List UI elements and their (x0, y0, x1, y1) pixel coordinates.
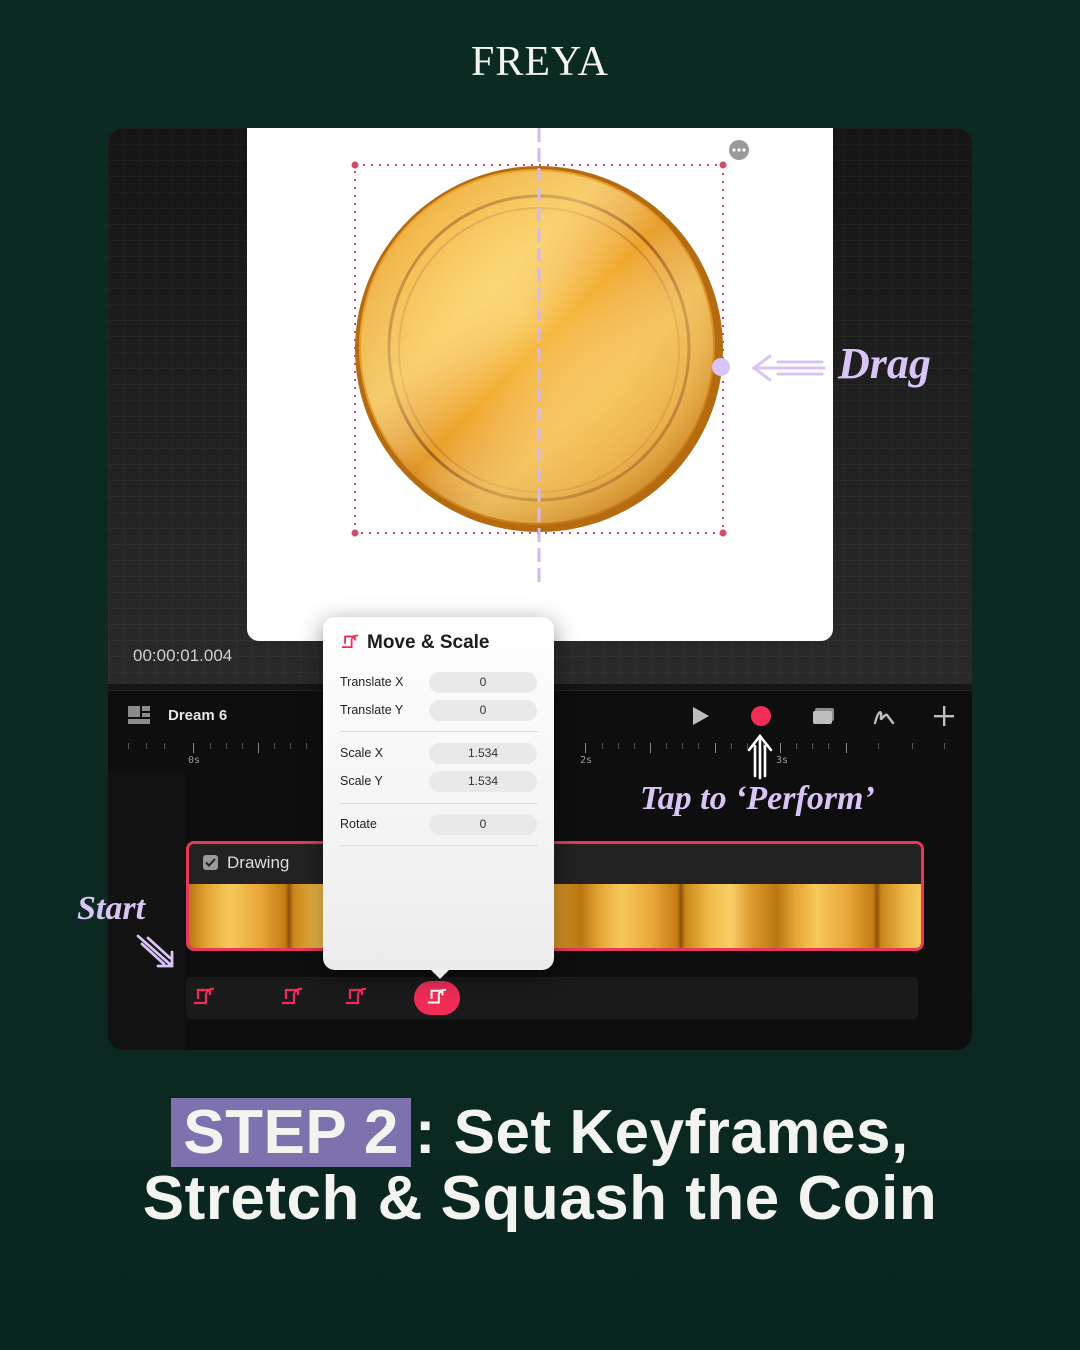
play-button[interactable] (687, 703, 713, 729)
rotate-row: Rotate 0 (340, 814, 538, 836)
track-header: Drawing (189, 844, 921, 884)
ruler-label-3: 3s (776, 755, 789, 766)
project-name[interactable]: Dream 6 (168, 707, 227, 724)
selection-handle[interactable] (719, 161, 727, 169)
keyframe-icon (427, 988, 447, 1004)
drawing-canvas[interactable] (247, 128, 833, 641)
perform-annotation: Tap to ‘Perform’ (640, 780, 875, 817)
caption-line-1: STEP 2: Set Keyframes, (0, 1098, 1080, 1167)
translate-y-field[interactable]: 0 (429, 700, 537, 721)
scale-x-field[interactable]: 1.534 (429, 743, 537, 764)
start-annotation: Start (77, 890, 146, 927)
rotate-label: Rotate (340, 817, 377, 831)
translate-x-label: Translate X (340, 675, 404, 689)
scale-x-label: Scale X (340, 746, 384, 760)
draw-icon (873, 711, 895, 725)
move-scale-popup: Move & Scale Translate X 0 Translate Y 0… (323, 617, 554, 979)
record-button[interactable] (748, 703, 774, 729)
divider (340, 731, 538, 732)
brand-logo: FREYA (470, 39, 610, 85)
start-arrow (136, 934, 174, 968)
draw-button[interactable] (871, 703, 897, 729)
record-icon (751, 706, 771, 726)
drag-arrow (751, 354, 826, 382)
keyframe-icon[interactable] (280, 987, 304, 1009)
timecode: 00:00:01.004 (133, 646, 233, 665)
divider (340, 803, 538, 804)
keyframe-icon[interactable] (344, 987, 368, 1009)
layers-icon (813, 708, 834, 724)
popup-title: Move & Scale (367, 632, 490, 653)
layers-button[interactable] (811, 703, 837, 729)
move-scale-icon (341, 634, 359, 648)
keyframe-active[interactable] (414, 981, 460, 1015)
scale-x-row: Scale X 1.534 (340, 743, 538, 765)
step-badge: STEP 2 (171, 1098, 411, 1167)
add-icon (934, 706, 954, 726)
coin-shine (361, 171, 713, 523)
project-icon[interactable] (128, 706, 150, 724)
perform-arrow (747, 733, 773, 780)
preview-area: 00:00:01.004 (108, 128, 972, 684)
step-caption: STEP 2: Set Keyframes, Stretch & Squash … (0, 1098, 1080, 1233)
drawing-track[interactable]: Drawing (186, 841, 924, 951)
scale-y-label: Scale Y (340, 774, 383, 788)
play-icon (693, 707, 709, 725)
translate-x-field[interactable]: 0 (429, 672, 537, 693)
ruler-label-2: 2s (580, 755, 593, 766)
coin-artwork[interactable] (247, 128, 833, 641)
more-icon[interactable] (729, 140, 749, 160)
add-button[interactable] (931, 703, 957, 729)
selection-handle[interactable] (351, 161, 359, 169)
ruler-label-0: 0s (188, 755, 201, 766)
drag-annotation: Drag (838, 339, 931, 388)
scale-y-field[interactable]: 1.534 (429, 771, 537, 792)
selection-handle[interactable] (719, 529, 727, 537)
track-label: Drawing (227, 853, 290, 872)
scale-y-row: Scale Y 1.534 (340, 771, 538, 793)
divider (340, 845, 538, 846)
drag-handle[interactable] (712, 358, 730, 376)
rotate-field[interactable]: 0 (429, 814, 537, 835)
keyframe-row (186, 977, 918, 1019)
selection-handle[interactable] (351, 529, 359, 537)
translate-y-row: Translate Y 0 (340, 700, 538, 722)
caption-line-1-rest: : Set Keyframes, (414, 1098, 909, 1167)
track-thumbnails (189, 884, 921, 948)
translate-x-row: Translate X 0 (340, 672, 538, 694)
keyframe-icon[interactable] (192, 987, 216, 1009)
caption-line-2: Stretch & Squash the Coin (142, 1164, 938, 1233)
translate-y-label: Translate Y (340, 703, 404, 717)
checkbox-icon[interactable] (203, 855, 218, 870)
